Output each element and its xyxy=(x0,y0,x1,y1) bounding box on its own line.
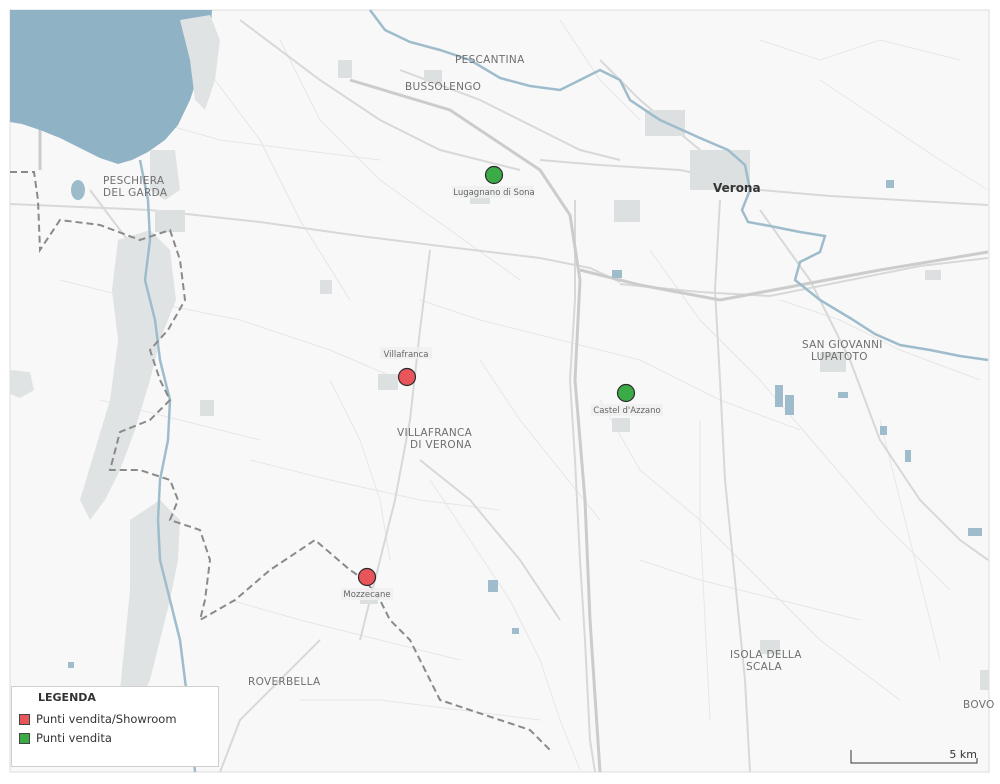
legend-item-showroom[interactable]: Punti vendita/Showroom xyxy=(19,711,177,727)
place-label-isola-line2: SCALA xyxy=(746,661,782,673)
legend-swatch-red xyxy=(19,713,30,725)
small-lake xyxy=(71,180,85,200)
marker-red-dot[interactable] xyxy=(397,367,417,387)
map-canvas[interactable]: PESCANTINA BUSSOLENGO PESCHIERA DEL GARD… xyxy=(0,0,1000,784)
place-label-san-giovanni-line2: LUPATOTO xyxy=(811,351,868,363)
place-label-villafranca-line2: DI VERONA xyxy=(410,439,472,451)
place-label-verona: Verona xyxy=(713,181,761,195)
marker-label: Villafranca xyxy=(384,350,429,360)
place-label-peschiera-line1: PESCHIERA xyxy=(103,175,165,187)
place-label-pescantina: PESCANTINA xyxy=(455,54,525,66)
place-label-bovolone: BOVO xyxy=(963,699,995,711)
place-label-roverbella: ROVERBELLA xyxy=(248,676,321,688)
place-label-bussolengo: BUSSOLENGO xyxy=(405,81,481,93)
place-label-villafranca-line1: VILLAFRANCA xyxy=(397,427,473,439)
legend-title: LEGENDA xyxy=(38,691,96,704)
marker-label: Castel d'Azzano xyxy=(593,406,660,416)
legend-label-showroom: Punti vendita/Showroom xyxy=(36,712,177,726)
scale-bar: 5 km xyxy=(849,748,979,766)
marker-green-dot[interactable] xyxy=(616,383,636,403)
marker-label: Lugagnano di Sona xyxy=(453,188,535,198)
legend-item-store[interactable]: Punti vendita xyxy=(19,730,112,746)
place-label-isola-line1: ISOLA DELLA xyxy=(730,649,802,661)
legend-swatch-green xyxy=(19,732,30,744)
scale-bar-label: 5 km xyxy=(949,748,977,761)
marker-label: Mozzecane xyxy=(343,590,390,600)
legend-label-store: Punti vendita xyxy=(36,731,112,745)
place-label-peschiera-line2: DEL GARDA xyxy=(103,187,168,199)
legend: LEGENDA Punti vendita/Showroom Punti ven… xyxy=(11,686,219,767)
marker-red-dot[interactable] xyxy=(357,567,377,587)
marker-green-dot[interactable] xyxy=(484,165,504,185)
place-label-san-giovanni-line1: SAN GIOVANNI xyxy=(802,339,883,351)
